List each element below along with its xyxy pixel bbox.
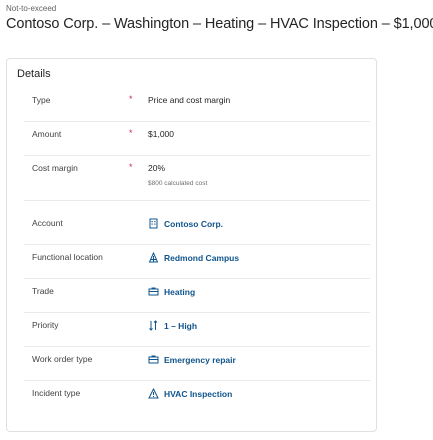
field-value-type[interactable]: Price and cost margin <box>148 95 230 105</box>
account-link[interactable]: Contoso Corp. <box>148 218 223 229</box>
field-value-amount[interactable]: $1,000 <box>148 129 174 139</box>
trade-icon <box>148 286 159 297</box>
functional-location-link[interactable]: Redmond Campus <box>148 252 239 263</box>
field-row-account: Account Contoso Corp. <box>24 218 370 245</box>
incident-type-link-label: HVAC Inspection <box>164 388 233 399</box>
account-link-label: Contoso Corp. <box>164 218 224 229</box>
field-label-priority: Priority <box>32 320 59 330</box>
field-label-trade: Trade <box>32 286 54 296</box>
work-order-type-link[interactable]: Emergency repair <box>148 354 236 365</box>
work-order-type-icon <box>148 354 159 365</box>
record-type-label: Not-to-exceed <box>6 4 57 13</box>
warning-icon <box>148 388 159 399</box>
location-icon <box>148 252 159 263</box>
field-row-incident-type: Incident type HVAC Inspection <box>24 388 370 415</box>
field-label-work-order-type: Work order type <box>32 354 93 364</box>
field-row-work-order-type: Work order type Emergency repair <box>24 354 370 381</box>
priority-icon <box>148 320 159 331</box>
trade-link-label: Heating <box>164 286 196 297</box>
details-card: Details Type * Price and cost margin Amo… <box>6 58 377 432</box>
functional-location-link-label: Redmond Campus <box>164 252 240 263</box>
required-indicator: * <box>129 162 133 172</box>
field-label-incident-type: Incident type <box>32 388 81 398</box>
required-indicator: * <box>129 94 133 104</box>
priority-link[interactable]: 1 – High <box>148 320 197 331</box>
details-heading: Details <box>17 68 51 80</box>
field-row-cost-margin: Cost margin * 20% $800 calculated cost <box>24 162 370 201</box>
page-title: Contoso Corp. – Washington – Heating – H… <box>6 16 433 32</box>
field-row-amount: Amount * $1,000 <box>24 128 370 156</box>
field-label-account: Account <box>32 218 63 228</box>
field-row-priority: Priority 1 – High <box>24 320 370 347</box>
field-value-cost-margin[interactable]: 20% <box>148 163 165 173</box>
incident-type-link[interactable]: HVAC Inspection <box>148 388 232 399</box>
field-label-amount: Amount <box>32 129 62 139</box>
calculated-cost-hint: $800 calculated cost <box>148 180 208 187</box>
field-row-functional-location: Functional location Redmond Campus <box>24 252 370 279</box>
page-header: Not-to-exceed Contoso Corp. – Washington… <box>6 4 433 33</box>
field-label-type: Type <box>32 95 51 105</box>
field-label-functional-location: Functional location <box>32 252 103 262</box>
priority-link-label: 1 – High <box>164 320 198 331</box>
trade-link[interactable]: Heating <box>148 286 195 297</box>
field-label-cost-margin: Cost margin <box>32 163 78 173</box>
work-order-type-link-label: Emergency repair <box>164 354 236 365</box>
required-indicator: * <box>129 128 133 138</box>
account-icon <box>148 218 159 229</box>
field-row-trade: Trade Heating <box>24 286 370 313</box>
field-row-type: Type * Price and cost margin <box>24 94 370 122</box>
